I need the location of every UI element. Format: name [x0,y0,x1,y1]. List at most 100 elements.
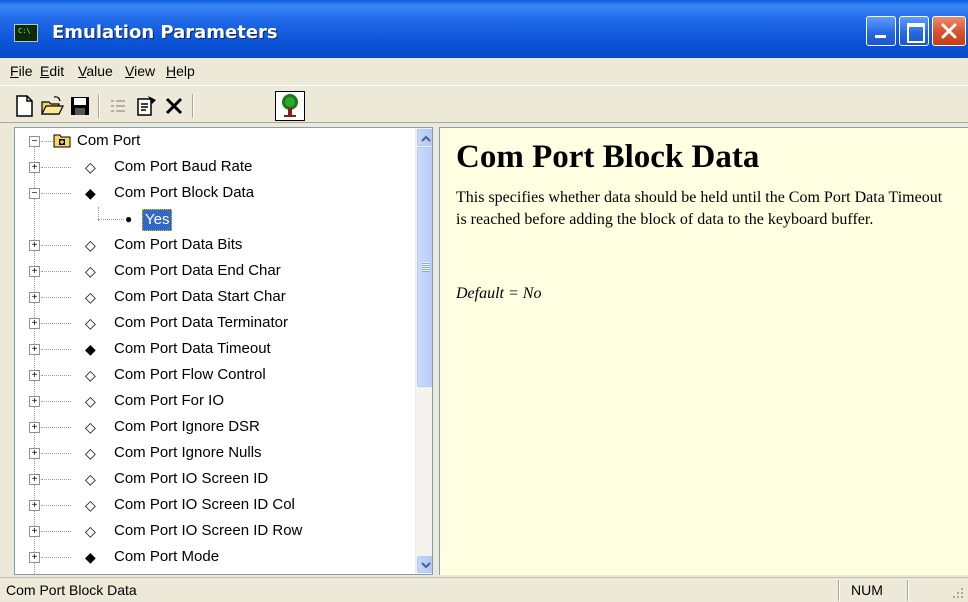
tree-item[interactable]: + ◇ Com Port IO Screen ID Col [15,492,415,518]
toolbar [0,85,968,123]
tree-connector [41,271,71,272]
status-text: Com Port Block Data [6,582,137,598]
tree-item[interactable]: + ◇ Com Port Baud Rate [15,154,415,180]
parameter-marker-icon: ◇ [85,315,96,331]
menu-help[interactable]: Help [166,63,195,79]
tree-connector [41,505,71,506]
tree-connector [41,479,71,480]
menu-view[interactable]: View [125,63,155,79]
status-divider [838,580,840,601]
open-folder-icon[interactable] [40,94,64,118]
tree-item[interactable]: + ◇ Com Port Flow Control [15,362,415,388]
tree-item[interactable]: + ◇ Com Port Data Bits [15,232,415,258]
expand-icon[interactable]: + [29,318,40,329]
tree-connector [41,401,71,402]
menu-value[interactable]: Value [78,63,113,79]
description-default: Default = No [456,285,542,302]
expand-icon[interactable]: + [29,240,40,251]
expand-icon[interactable]: + [29,474,40,485]
new-document-icon[interactable] [12,94,36,118]
tree-child-item[interactable]: ● Yes [15,206,415,232]
menu-edit[interactable]: Edit [40,63,64,79]
terminal-icon[interactable]: C:\ [14,24,38,42]
tree-connector [41,193,71,194]
list-disabled-icon [106,94,130,118]
parameter-set-marker-icon: ◆ [85,341,96,357]
tree-connector [98,219,124,220]
tree-item[interactable]: − ◆ Com Port Block Data [15,180,415,206]
parameter-marker-icon: ◇ [85,523,96,539]
parameter-marker-icon: ◇ [85,263,96,279]
status-divider [907,580,909,601]
tree-item[interactable]: + ◆ Com Port Mode [15,544,415,570]
minimize-button[interactable] [866,16,896,46]
expand-icon[interactable]: + [29,422,40,433]
resize-grip-icon[interactable] [952,587,964,599]
parameter-set-marker-icon: ◆ [85,549,96,565]
description-title: Com Port Block Data [456,139,760,175]
parameter-marker-icon: ◇ [85,393,96,409]
tree-item[interactable]: + ◇ Com Port Ignore DSR [15,414,415,440]
scroll-up-button[interactable] [417,129,432,146]
title-bar[interactable]: C:\ Emulation Parameters [0,0,968,58]
expand-icon[interactable]: + [29,162,40,173]
window-title: Emulation Parameters [52,22,278,43]
parameter-marker-icon: ◇ [85,419,96,435]
expand-icon[interactable]: + [29,526,40,537]
tree-item[interactable]: + ◇ Com Port Ignore Nulls [15,440,415,466]
tree-item[interactable]: + ◇ Com Port IO Screen ID Row [15,518,415,544]
expand-icon[interactable]: + [29,396,40,407]
tree-connector [41,375,71,376]
expand-icon[interactable]: + [29,552,40,563]
tree-item[interactable]: + ◇ Com Port IO Screen ID [15,466,415,492]
parameter-marker-icon: ◇ [85,445,96,461]
expand-icon[interactable]: + [29,500,40,511]
parameter-marker-icon: ◇ [85,159,96,175]
parameter-marker-icon: ◇ [85,237,96,253]
expand-icon[interactable]: + [29,448,40,459]
scroll-grip [422,262,430,272]
tree-connector [41,245,71,246]
tree-connector [41,141,53,142]
tree-connector [41,427,71,428]
toolbar-separator [192,94,194,118]
tree-connector [41,167,71,168]
tree-connector [41,349,71,350]
status-bar: Com Port Block Data NUM [0,577,968,602]
tree-item[interactable]: + ◆ Com Port Data Timeout [15,336,415,362]
description-body: This specifies whether data should be he… [456,189,943,228]
folder-icon [53,134,71,148]
tree-item[interactable]: + ◇ Com Port Data Start Char [15,284,415,310]
tree-connector [41,297,71,298]
expand-icon[interactable]: + [29,344,40,355]
save-icon[interactable] [68,94,92,118]
selected-value-label[interactable]: Yes [142,209,173,231]
tree-connector [41,531,71,532]
parameter-marker-icon: ◇ [85,367,96,383]
collapse-icon[interactable]: − [29,136,40,147]
menu-file[interactable]: File [10,63,33,79]
tree-vertical-scrollbar[interactable] [415,128,432,574]
description-pane: Com Port Block Data This specifies wheth… [439,127,968,575]
tree-item[interactable]: + ◇ Com Port For IO [15,388,415,414]
parameter-marker-icon: ◇ [85,471,96,487]
tree-root[interactable]: − Com Port [15,128,415,154]
expand-icon[interactable]: + [29,266,40,277]
scroll-thumb[interactable] [417,147,432,387]
tree-connector [41,557,71,558]
close-button[interactable] [932,16,966,46]
tree-view-icon[interactable] [275,91,305,121]
collapse-icon[interactable]: − [29,188,40,199]
toolbar-separator [98,94,100,118]
expand-icon[interactable]: + [29,292,40,303]
tree-item[interactable]: + ◇ Com Port Data Terminator [15,310,415,336]
maximize-button[interactable] [899,16,929,46]
parameter-tree[interactable]: − Com Port + ◇ Com Port Baud Rate − ◆ Co… [14,127,433,575]
properties-icon[interactable] [134,94,158,118]
parameter-marker-icon: ◇ [85,497,96,513]
tree-item[interactable]: + ◇ Com Port Data End Char [15,258,415,284]
delete-icon[interactable] [162,94,186,118]
scroll-down-button[interactable] [417,556,432,573]
expand-icon[interactable]: + [29,370,40,381]
parameter-marker-icon: ◇ [85,289,96,305]
